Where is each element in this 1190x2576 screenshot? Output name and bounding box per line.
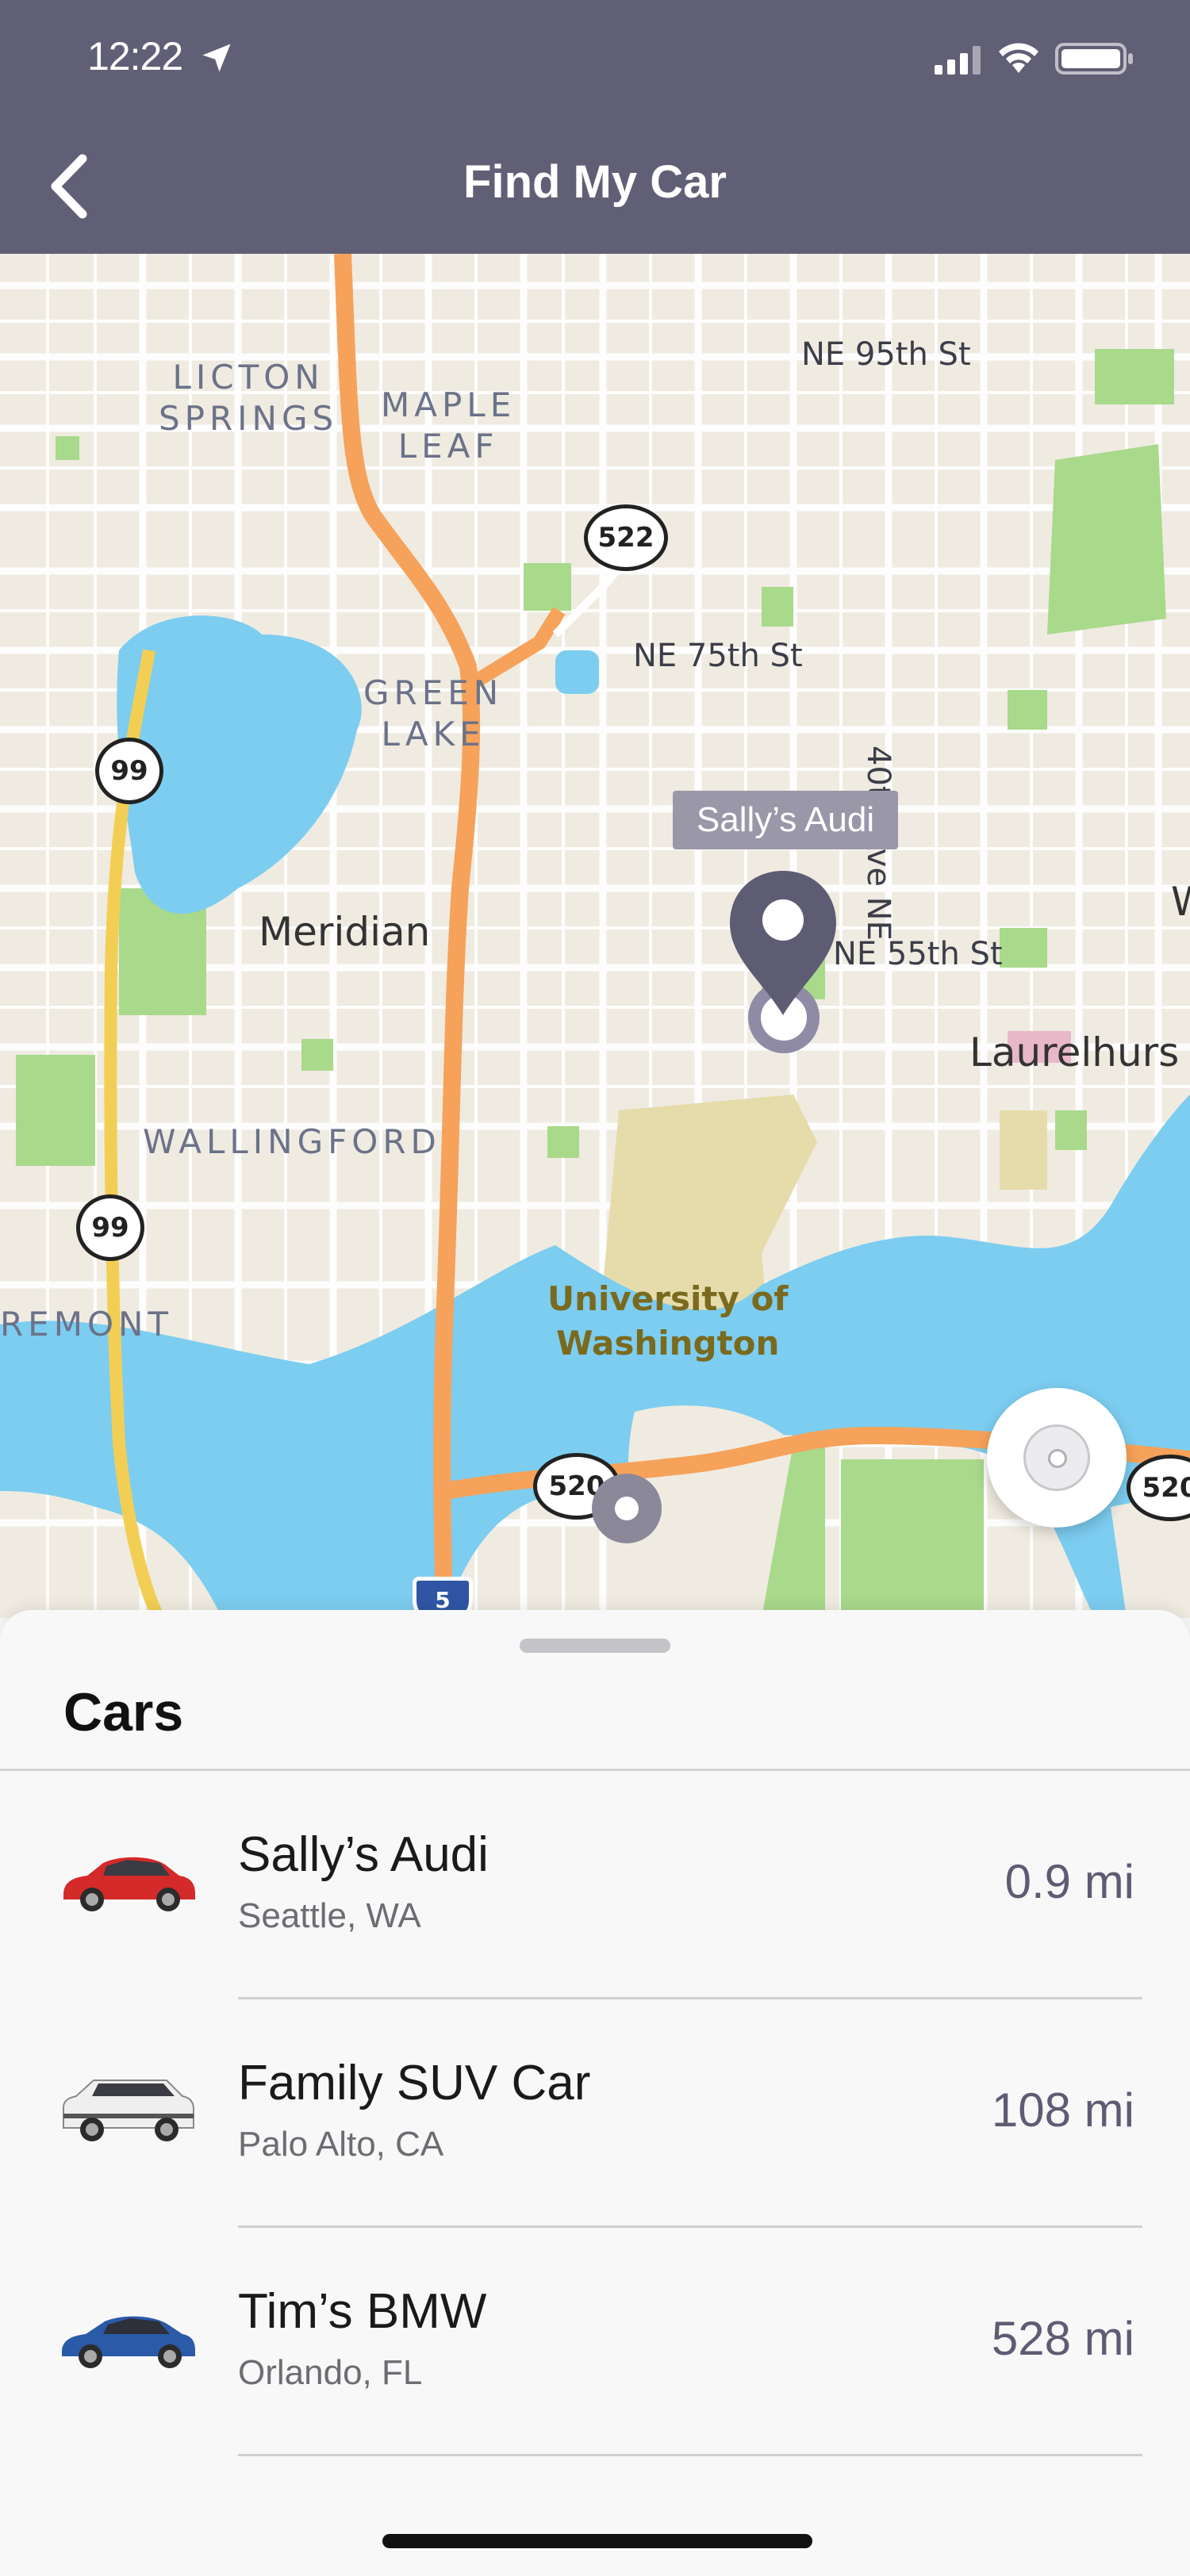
car-list-item[interactable]: Tim’s BMW Orlando, FL 528 mi — [0, 2228, 1190, 2456]
cars-bottom-sheet: Cars Sally’s Audi Seattle, WA 0.9 mi Fam… — [0, 1610, 1190, 2576]
location-arrow-icon — [202, 44, 231, 72]
map-label-laurelhurst: Laurelhurs — [969, 1029, 1180, 1075]
divider — [238, 2454, 1142, 2456]
map-label-green-lake: GREEN LAKE — [363, 673, 504, 753]
car-location: Seattle, WA — [238, 1896, 421, 1935]
map-label-maple-leaf: MAPLE LEAF — [381, 385, 516, 466]
target-icon — [1023, 1424, 1090, 1491]
map-label-ne-55th: NE 55th St — [833, 936, 1003, 972]
car-name: Tim’s BMW — [238, 2284, 487, 2339]
selected-car-callout[interactable]: Sally’s Audi — [673, 791, 898, 849]
car-location: Palo Alto, CA — [238, 2125, 444, 2164]
car-distance: 108 mi — [991, 2083, 1134, 2137]
route-99-shield: 99 — [76, 1194, 144, 1261]
car-list-item[interactable]: Sally’s Audi Seattle, WA 0.9 mi — [0, 1771, 1190, 1999]
map-label-ne-75th: NE 75th St — [633, 638, 803, 674]
car-list-item[interactable]: Family SUV Car Palo Alto, CA 108 mi — [0, 1999, 1190, 2228]
user-location-marker[interactable] — [592, 1474, 662, 1543]
car-name: Sally’s Audi — [238, 1827, 489, 1882]
status-time: 12:22 — [87, 34, 183, 79]
recenter-location-button[interactable] — [987, 1388, 1127, 1528]
cellular-signal-icon — [935, 46, 981, 75]
map-view[interactable]: LICTON SPRINGS MAPLE LEAF GREEN LAKE WAL… — [0, 254, 1190, 1618]
sheet-drag-handle[interactable] — [520, 1639, 670, 1653]
wifi-icon — [999, 43, 1038, 73]
map-label-edge: W — [1171, 879, 1190, 925]
page-title: Find My Car — [463, 156, 727, 208]
map-label-university-of-washington: University of Washington — [547, 1279, 789, 1363]
sheet-title: Cars — [63, 1682, 184, 1742]
red-sedan-car-icon — [63, 1857, 195, 1911]
blue-sedan-car-icon — [62, 2316, 195, 2368]
route-99-shield: 99 — [95, 738, 163, 804]
home-indicator[interactable] — [382, 2534, 812, 2548]
car-distance: 0.9 mi — [1004, 1855, 1134, 1908]
car-location: Orlando, FL — [238, 2353, 423, 2392]
white-suv-car-icon — [63, 2080, 194, 2141]
map-pin-icon[interactable] — [724, 864, 843, 1023]
map-label-ne-95th: NE 95th St — [801, 336, 971, 373]
battery-icon — [1055, 43, 1133, 75]
map-label-meridian: Meridian — [259, 909, 431, 955]
route-522-shield: 522 — [584, 504, 668, 571]
map-label-licton-springs: LICTON SPRINGS — [159, 358, 339, 438]
map-label-wallingford: WALLINGFORD — [143, 1122, 441, 1161]
car-name: Family SUV Car — [238, 2056, 591, 2110]
car-distance: 528 mi — [991, 2312, 1134, 2365]
map-label-fremont: REMONT — [0, 1305, 174, 1344]
navigation-header: 12:22 Find My Car — [0, 0, 1190, 254]
